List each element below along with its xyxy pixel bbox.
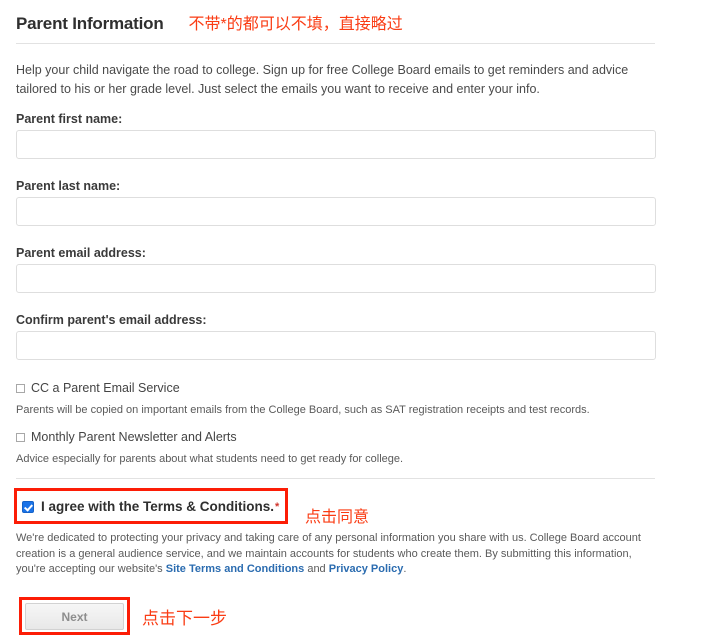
- optin-row-cc-parent-email-service[interactable]: CC a Parent Email Service: [16, 381, 656, 395]
- privacy-text-part2: .: [403, 563, 407, 575]
- label-parent-first-name: Parent first name:: [16, 112, 123, 126]
- label-confirm-parent-email: Confirm parent's email address:: [16, 313, 207, 327]
- annotation-click-agree: 点击同意: [305, 509, 370, 526]
- link-site-terms-and-conditions[interactable]: Site Terms and Conditions: [166, 563, 305, 575]
- input-parent-last-name[interactable]: [16, 197, 656, 226]
- optin-row-monthly-parent-newsletter[interactable]: Monthly Parent Newsletter and Alerts: [16, 430, 656, 444]
- intro-paragraph: Help your child navigate the road to col…: [16, 63, 629, 96]
- next-button[interactable]: Next: [25, 603, 124, 630]
- optin-description-cc-parent-email-service: Parents will be copied on important emai…: [16, 404, 590, 416]
- annotation-optional-fields: 不带*的都可以不填，直接略过: [188, 16, 403, 33]
- field-confirm-parent-email: Confirm parent's email address:: [16, 313, 656, 360]
- annotation-click-next: 点击下一步: [142, 609, 227, 628]
- header-divider: [16, 43, 655, 44]
- terms-agreement-row[interactable]: I agree with the Terms & Conditions. *: [22, 498, 279, 515]
- optin-description-monthly-parent-newsletter: Advice especially for parents about what…: [16, 453, 404, 465]
- label-parent-last-name: Parent last name:: [16, 179, 121, 193]
- optin-label-cc-parent-email-service: CC a Parent Email Service: [31, 381, 180, 395]
- field-parent-last-name: Parent last name:: [16, 179, 656, 226]
- label-parent-email: Parent email address:: [16, 246, 146, 260]
- page-title: Parent Information: [16, 14, 164, 33]
- optin-cc-parent-email-service: CC a Parent Email Service Parents will b…: [16, 381, 656, 417]
- optin-monthly-parent-newsletter: Monthly Parent Newsletter and Alerts Adv…: [16, 430, 656, 466]
- terms-agree-label: I agree with the Terms & Conditions.: [41, 499, 275, 514]
- input-parent-first-name[interactable]: [16, 130, 656, 159]
- checkbox-terms-agree[interactable]: [22, 500, 34, 513]
- terms-section-divider: [16, 478, 655, 479]
- input-confirm-parent-email[interactable]: [16, 331, 656, 360]
- privacy-paragraph: We're dedicated to protecting your priva…: [16, 531, 656, 578]
- link-privacy-policy[interactable]: Privacy Policy: [329, 563, 404, 575]
- input-parent-email[interactable]: [16, 264, 656, 293]
- checkbox-monthly-parent-newsletter[interactable]: [16, 432, 25, 442]
- header: Parent Information 不带*的都可以不填，直接略过: [16, 10, 656, 40]
- checkbox-cc-parent-email-service[interactable]: [16, 383, 25, 393]
- field-parent-first-name: Parent first name:: [16, 112, 656, 159]
- parent-information-form: Parent Information 不带*的都可以不填，直接略过 Help y…: [0, 0, 716, 635]
- privacy-conjunction: and: [304, 563, 329, 575]
- optin-label-monthly-parent-newsletter: Monthly Parent Newsletter and Alerts: [31, 430, 237, 444]
- field-parent-email: Parent email address:: [16, 246, 656, 293]
- required-asterisk: *: [275, 500, 280, 513]
